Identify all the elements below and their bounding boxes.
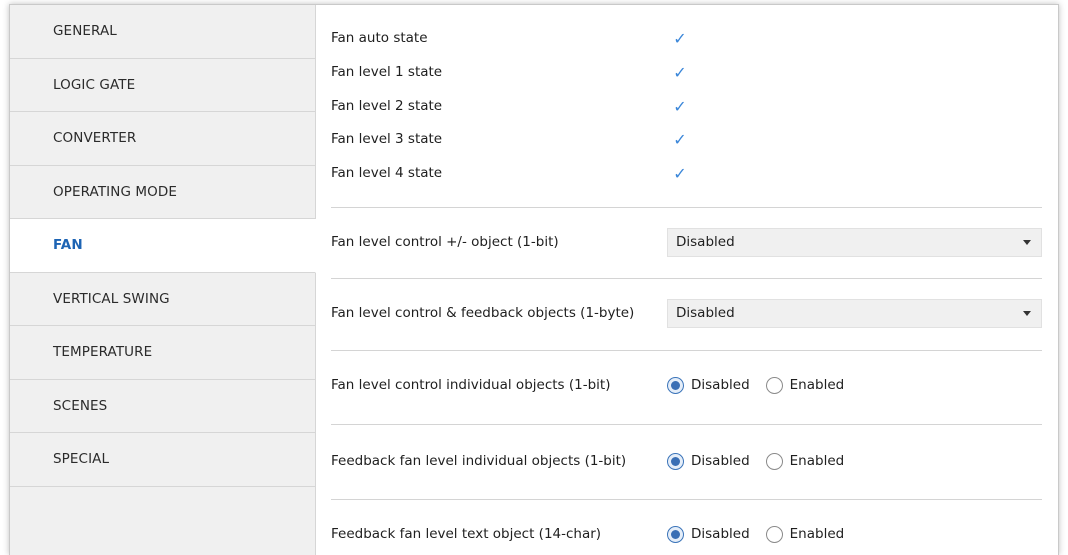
radio-unselected-icon[interactable] [765,525,783,543]
radio-selected-icon[interactable] [667,452,684,470]
sidebar-item-label: FAN [53,237,83,254]
radio-enabled[interactable]: Enabled [765,452,845,470]
fan-level-control-select[interactable]: Disabled [667,227,1042,257]
select-value: Disabled [676,234,735,250]
fan-level-1-state-row: Fan level 1 state ✓ [331,55,1031,89]
checkbox-label: Fan level 1 state [331,64,443,80]
radio-group: Disabled Enabled [667,452,860,470]
checkbox-label: Fan auto state [331,30,428,46]
sidebar: GENERAL LOGIC GATE CONVERTER OPERATING M… [10,5,316,555]
radio-unselected-icon[interactable] [765,452,783,470]
radio-unselected-icon[interactable] [765,376,783,394]
sidebar-item-fan[interactable]: FAN [10,219,316,273]
checkbox-label: Fan level 2 state [331,98,443,114]
divider [331,424,1042,425]
sidebar-item-special[interactable]: SPECIAL [10,433,315,487]
fan-level-individual-objects-row: Fan level control individual objects (1-… [331,370,1042,400]
parameters-window: GENERAL LOGIC GATE CONVERTER OPERATING M… [9,4,1059,555]
radio-enabled[interactable]: Enabled [765,525,845,543]
checkbox-label: Fan level 4 state [331,165,443,181]
param-label: Fan level control & feedback objects (1-… [331,305,635,321]
divider [331,350,1042,351]
sidebar-item-operating-mode[interactable]: OPERATING MODE [10,166,315,219]
fan-level-4-state-row: Fan level 4 state ✓ [331,156,1031,190]
radio-label: Enabled [789,453,845,469]
sidebar-item-label: TEMPERATURE [53,344,153,361]
radio-disabled[interactable]: Disabled [667,452,750,470]
radio-label: Enabled [789,526,845,542]
radio-label: Disabled [691,453,750,469]
radio-disabled[interactable]: Disabled [667,376,750,394]
radio-label: Enabled [789,377,845,393]
feedback-individual-objects-row: Feedback fan level individual objects (1… [331,446,1042,476]
radio-label: Disabled [691,377,750,393]
sidebar-item-vertical-swing[interactable]: VERTICAL SWING [10,273,315,326]
radio-enabled[interactable]: Enabled [765,376,845,394]
sidebar-item-logic-gate[interactable]: LOGIC GATE [10,59,315,112]
divider [331,278,1042,279]
fan-parameters-panel: Fan auto state ✓ Fan level 1 state ✓ Fan… [316,5,1058,555]
radio-label: Disabled [691,526,750,542]
checkmark-icon[interactable]: ✓ [671,97,689,116]
sidebar-item-label: LOGIC GATE [53,76,136,93]
sidebar-item-label: CONVERTER [53,130,137,147]
radio-selected-icon[interactable] [667,525,684,543]
sidebar-item-label: SPECIAL [53,451,110,468]
sidebar-item-label: SCENES [53,397,108,414]
radio-disabled[interactable]: Disabled [667,525,750,543]
fan-level-control-object-row: Fan level control +/- object (1-bit) Dis… [331,227,1042,257]
fan-level-feedback-select[interactable]: Disabled [667,298,1042,328]
checkmark-icon[interactable]: ✓ [671,130,689,149]
divider [331,207,1042,208]
sidebar-item-scenes[interactable]: SCENES [10,380,315,433]
sidebar-item-label: OPERATING MODE [53,183,177,200]
checkbox-label: Fan level 3 state [331,131,443,147]
radio-group: Disabled Enabled [667,525,860,543]
select-value: Disabled [676,305,735,321]
sidebar-item-label: GENERAL [53,23,117,40]
sidebar-item-label: VERTICAL SWING [53,290,170,307]
sidebar-item-general[interactable]: GENERAL [10,5,315,59]
param-label: Fan level control +/- object (1-bit) [331,234,559,250]
checkmark-icon[interactable]: ✓ [671,63,689,82]
param-label: Fan level control individual objects (1-… [331,377,611,393]
radio-selected-icon[interactable] [667,376,684,394]
checkmark-icon[interactable]: ✓ [671,164,689,183]
sidebar-item-converter[interactable]: CONVERTER [10,112,315,166]
fan-level-2-state-row: Fan level 2 state ✓ [331,89,1031,123]
sidebar-item-temperature[interactable]: TEMPERATURE [10,326,315,380]
divider [331,499,1042,500]
radio-group: Disabled Enabled [667,376,860,394]
param-label: Feedback fan level text object (14-char) [331,526,602,542]
param-label: Feedback fan level individual objects (1… [331,453,627,469]
checkmark-icon[interactable]: ✓ [671,29,689,48]
chevron-down-icon [1023,239,1031,245]
fan-auto-state-row: Fan auto state ✓ [331,21,1031,55]
fan-level-feedback-objects-row: Fan level control & feedback objects (1-… [331,298,1042,328]
fan-level-3-state-row: Fan level 3 state ✓ [331,122,1031,156]
feedback-text-object-row: Feedback fan level text object (14-char)… [331,519,1042,549]
chevron-down-icon [1023,310,1031,316]
